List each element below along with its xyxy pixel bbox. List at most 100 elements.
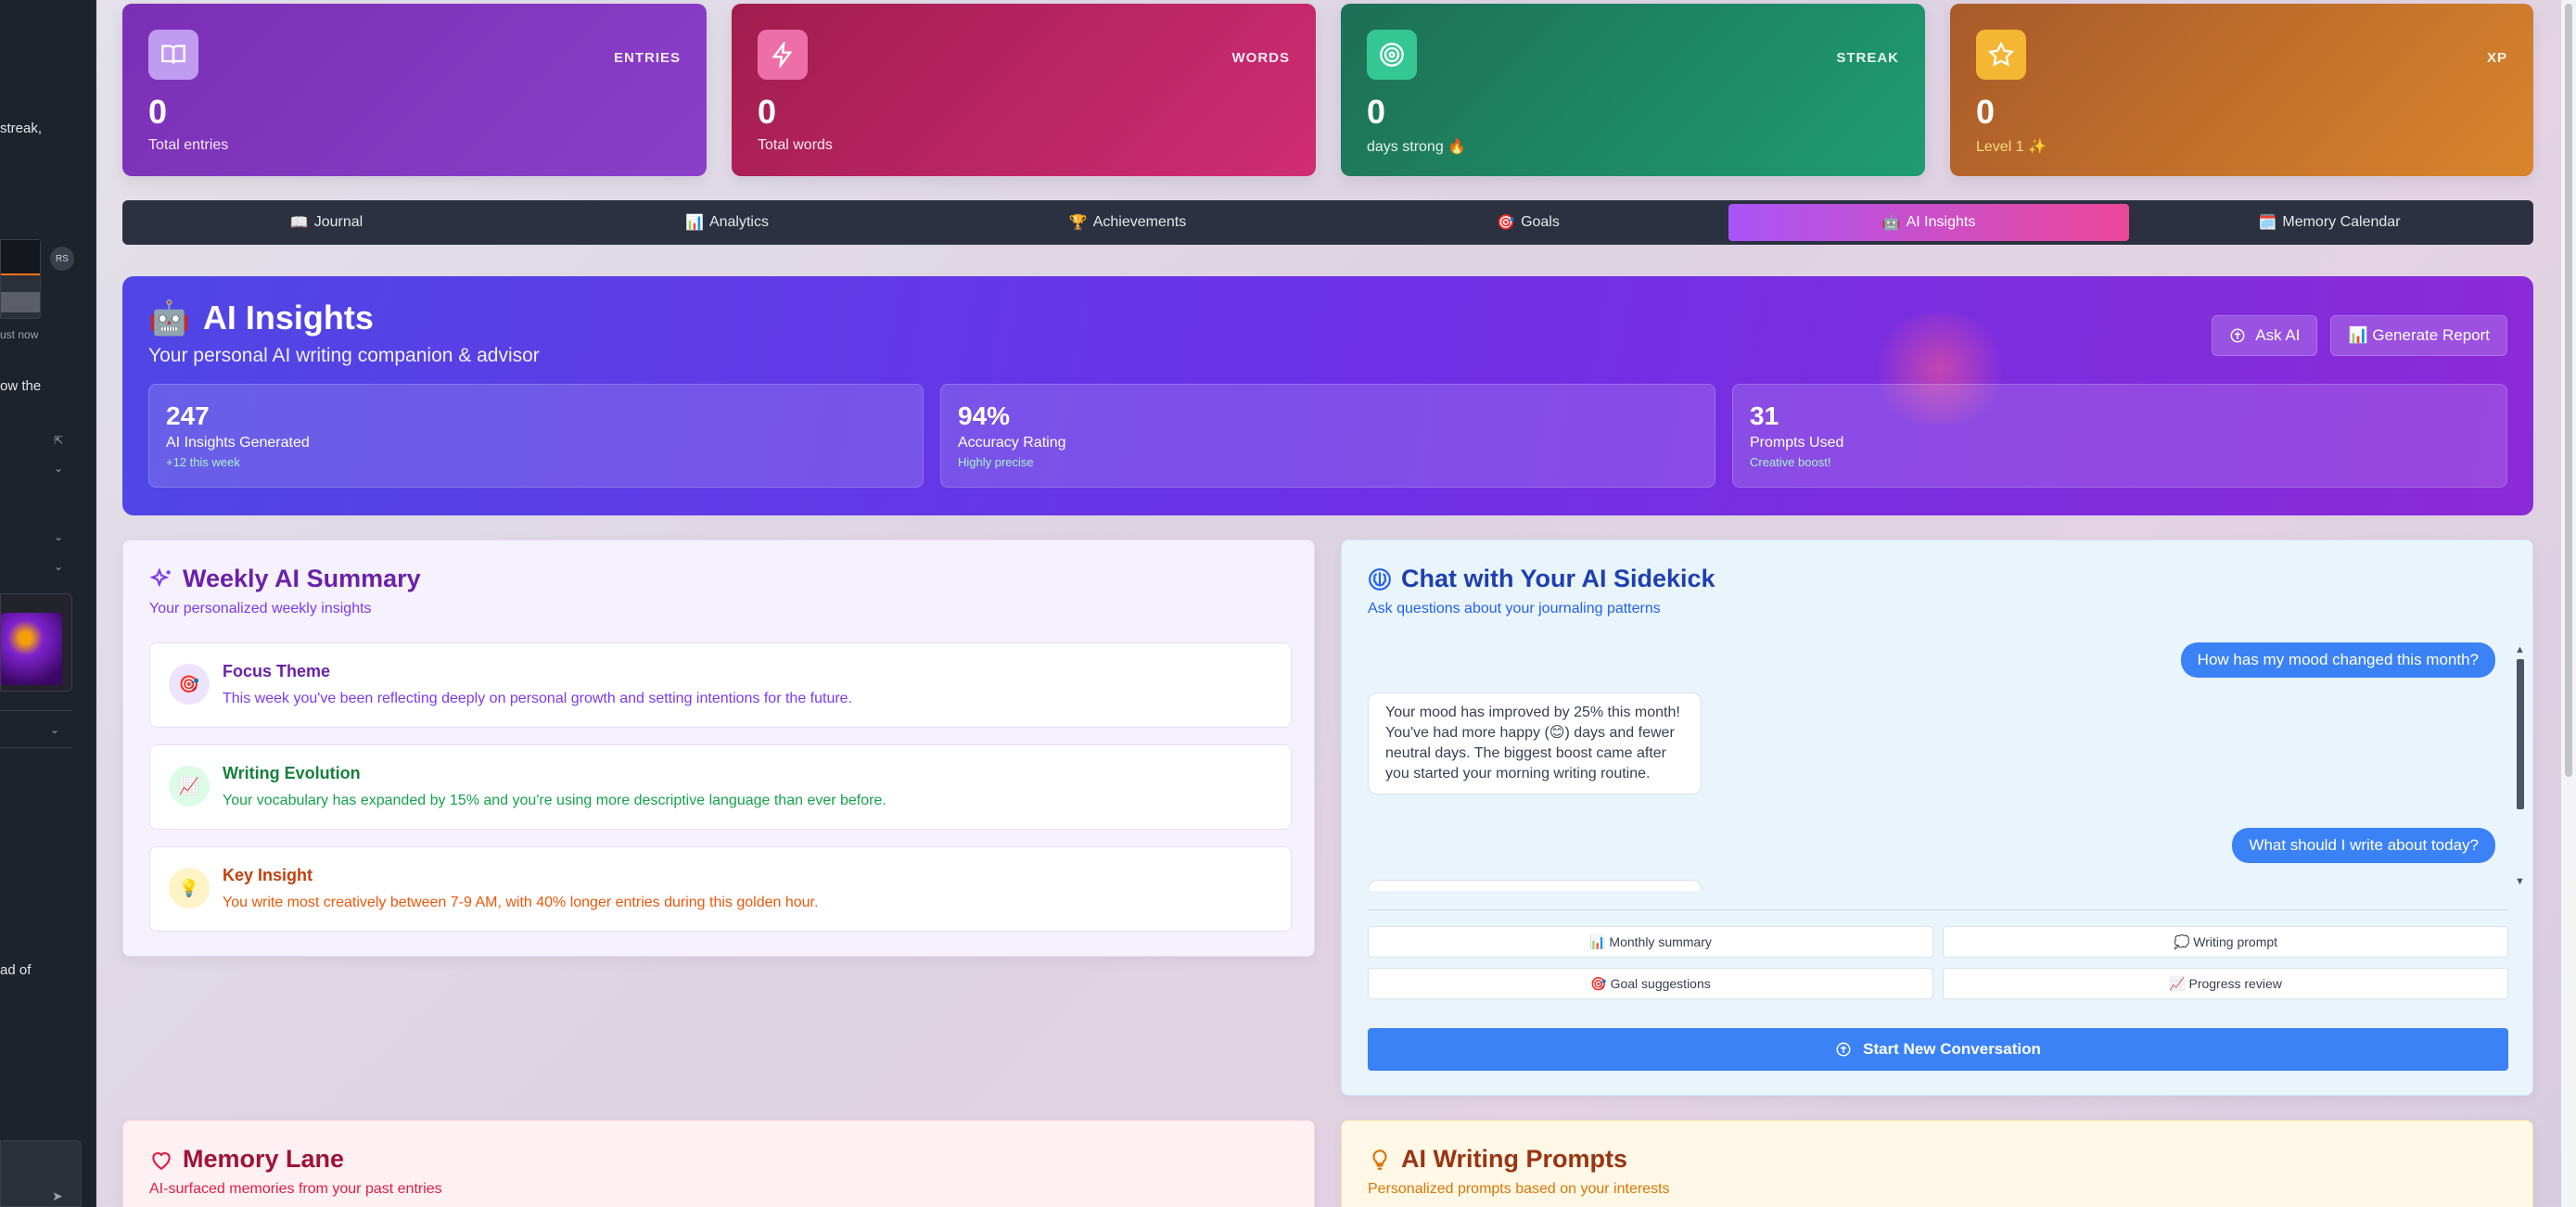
sidebar-snippet: ad of — [0, 962, 32, 978]
writing-prompts-desc: Personalized prompts based on your inter… — [1368, 1181, 1670, 1197]
writing-prompts-panel: AI Writing Prompts Personalized prompts … — [1341, 1120, 2533, 1207]
tab-ai-insights[interactable]: 🤖 AI Insights — [1728, 204, 2129, 241]
insight-title: Key Insight — [223, 866, 313, 884]
sidebar-timestamp: ust now — [0, 328, 39, 341]
weekly-summary-title: Weekly AI Summary — [149, 565, 1288, 593]
tab-label: AI Insights — [1906, 214, 1976, 230]
brain-icon — [1835, 1041, 1852, 1058]
metric-hint: +12 this week — [166, 455, 240, 469]
stat-card-words: WORDS 0 Total words — [732, 4, 1316, 176]
sidebar-snippet: streak, — [0, 121, 43, 136]
metric-card: 94% Accuracy Rating Highly precise — [940, 384, 1715, 488]
user-message: How has my mood changed this month? — [2180, 642, 2495, 678]
star-icon — [1976, 30, 2026, 80]
metric-card: 247 AI Insights Generated +12 this week — [148, 384, 924, 488]
lightbulb-icon — [1368, 1148, 1392, 1172]
quick-action-progress-review[interactable]: 📈 Progress review — [1943, 968, 2508, 999]
chevron-down-icon[interactable]: ⌄ — [54, 530, 63, 543]
sidebar-thumbnail[interactable] — [0, 593, 72, 692]
tab-analytics[interactable]: 📊 Analytics — [527, 204, 927, 241]
metric-card: 31 Prompts Used Creative boost! — [1732, 384, 2507, 488]
stat-label: WORDS — [1231, 50, 1290, 66]
page-scrollbar[interactable] — [2561, 0, 2576, 1207]
memory-lane-panel: Memory Lane AI-surfaced memories from yo… — [122, 1120, 1315, 1207]
metric-label: AI Insights Generated — [166, 435, 310, 451]
metric-hint: Creative boost! — [1750, 455, 1831, 469]
quick-action-monthly-summary[interactable]: 📊 Monthly summary — [1368, 926, 1933, 958]
tab-bar: 📖 Journal 📊 Analytics 🏆 Achievements 🎯 Goals… — [122, 200, 2533, 245]
chat-scrollbar[interactable]: ▲ ▼ — [2515, 644, 2525, 891]
tab-memory-calendar[interactable]: 🗓️ Memory Calendar — [2129, 204, 2530, 241]
scrollbar-thumb[interactable] — [2517, 659, 2524, 809]
stat-card-streak: STREAK 0 days strong 🔥 — [1341, 4, 1925, 176]
insight-title: Writing Evolution — [223, 764, 361, 782]
sidebar-input[interactable] — [0, 1140, 82, 1207]
stat-sub: days strong 🔥 — [1367, 139, 1467, 155]
weekly-summary-desc: Your personalized weekly insights — [149, 601, 372, 616]
external-link-icon[interactable]: ⇱ — [54, 434, 63, 447]
metric-value: 31 — [1750, 401, 1779, 430]
chat-panel: Chat with Your AI Sidekick Ask questions… — [1341, 540, 2533, 1096]
metric-label: Accuracy Rating — [958, 435, 1066, 451]
tab-label: Memory Calendar — [2282, 214, 2401, 230]
memory-lane-title: Memory Lane — [149, 1145, 1288, 1174]
scroll-up-icon[interactable]: ▲ — [2515, 644, 2525, 655]
insight-card[interactable]: 🎯 Focus Theme This week you've been refl… — [149, 642, 1292, 728]
insight-card[interactable]: 💡 Key Insight You write most creatively … — [149, 846, 1292, 932]
robot-icon: 🤖 — [148, 299, 190, 337]
scroll-down-icon[interactable]: ▼ — [2515, 876, 2525, 887]
sidebar-preview-card[interactable] — [0, 239, 41, 319]
chevron-down-icon[interactable]: ⌄ — [54, 560, 63, 573]
book-icon — [148, 30, 198, 80]
memory-lane-desc: AI-surfaced memories from your past entr… — [149, 1181, 442, 1197]
lightning-icon — [758, 30, 808, 80]
tab-goals[interactable]: 🎯 Goals — [1328, 204, 1728, 241]
calendar-icon: 🗓️ — [2258, 215, 2277, 231]
trophy-icon: 🏆 — [1068, 215, 1088, 231]
metric-label: Prompts Used — [1750, 435, 1844, 451]
chevron-down-icon[interactable]: ⌄ — [54, 462, 63, 475]
stat-label: ENTRIES — [613, 50, 681, 66]
insight-text: Your vocabulary has expanded by 15% and … — [223, 793, 886, 808]
chevron-down-icon[interactable]: ⌄ — [50, 723, 59, 736]
lightbulb-icon: 💡 — [169, 868, 210, 908]
stat-value: 0 — [1976, 93, 1996, 131]
banner-tagline: Your personal AI writing companion & adv… — [148, 345, 540, 366]
avatar[interactable]: RS — [50, 247, 74, 271]
target-icon — [1367, 30, 1417, 80]
main-content: ENTRIES 0 Total entries WORDS 0 Total wo… — [122, 0, 2533, 1207]
generate-report-button[interactable]: 📊 Generate Report — [2330, 315, 2507, 356]
brain-icon — [2229, 327, 2246, 344]
stat-value: 0 — [758, 93, 777, 131]
ask-ai-button[interactable]: Ask AI — [2212, 315, 2318, 356]
tab-label: Goals — [1521, 214, 1560, 230]
scrollbar-thumb[interactable] — [2565, 4, 2572, 777]
chat-desc: Ask questions about your journaling patt… — [1368, 601, 1661, 616]
stat-label: STREAK — [1836, 50, 1899, 66]
stat-value: 0 — [148, 93, 168, 131]
metric-hint: Highly precise — [958, 455, 1034, 469]
tab-label: Analytics — [708, 214, 769, 230]
chat-messages[interactable]: How has my mood changed this month? Your… — [1368, 642, 2508, 891]
metric-value: 94% — [958, 401, 1011, 430]
tab-journal[interactable]: 📖 Journal — [126, 204, 527, 241]
tab-label: Achievements — [1092, 214, 1187, 230]
start-conversation-button[interactable]: Start New Conversation — [1368, 1028, 2508, 1071]
generate-report-label: 📊 Generate Report — [2348, 326, 2490, 344]
stat-value: 0 — [1367, 93, 1386, 131]
tab-label: Journal — [313, 214, 363, 230]
heart-icon — [149, 1148, 173, 1172]
brain-icon — [1368, 567, 1392, 591]
robot-icon: 🤖 — [1881, 215, 1901, 231]
insight-card[interactable]: 📈 Writing Evolution Your vocabulary has … — [149, 744, 1292, 830]
tab-achievements[interactable]: 🏆 Achievements — [927, 204, 1328, 241]
chart-up-icon: 📈 — [169, 766, 210, 807]
ai-message-partial — [1368, 880, 1702, 891]
target-icon: 🎯 — [169, 664, 210, 705]
start-conversation-label: Start New Conversation — [1863, 1040, 2041, 1058]
quick-action-writing-prompt[interactable]: 💭 Writing prompt — [1943, 926, 2508, 958]
chart-icon: 📊 — [685, 215, 704, 231]
send-icon[interactable]: ➤ — [52, 1188, 63, 1204]
ai-insights-banner: 🤖 AI Insights Your personal AI writing co… — [122, 276, 2533, 515]
quick-action-goal-suggestions[interactable]: 🎯 Goal suggestions — [1368, 968, 1933, 999]
